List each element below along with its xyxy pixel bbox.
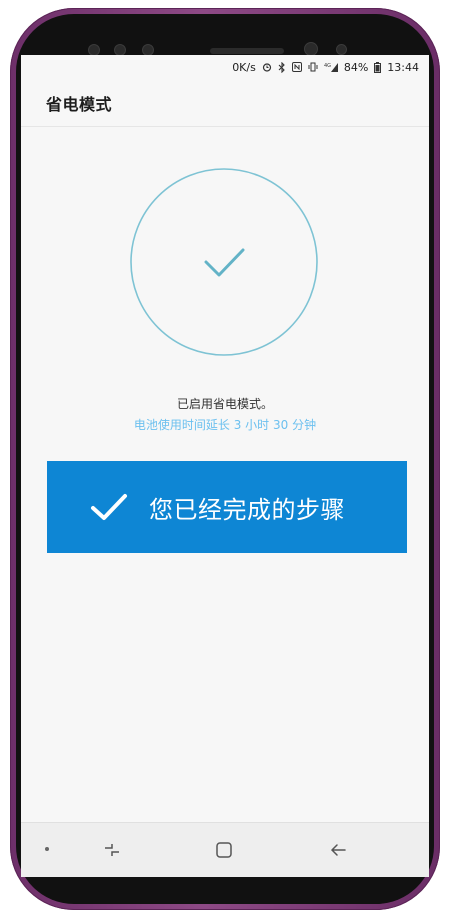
app-bar: 省电模式 <box>21 79 429 127</box>
back-icon[interactable] <box>323 835 353 865</box>
completed-step-banner: 您已经完成的步骤 <box>47 461 407 553</box>
recents-icon[interactable] <box>97 835 127 865</box>
status-circle <box>129 167 319 357</box>
check-icon <box>204 248 245 277</box>
network-speed: 0K/s <box>232 60 256 74</box>
check-icon <box>89 487 129 527</box>
nfc-icon <box>291 62 302 72</box>
vibrate-icon <box>308 62 318 72</box>
battery-icon <box>374 61 382 73</box>
battery-percent: 84% <box>343 60 369 74</box>
earpiece-speaker <box>210 48 284 54</box>
home-icon[interactable] <box>209 835 239 865</box>
bluetooth-icon <box>278 61 286 73</box>
screen: 0K/s 4G 84% 13:44 省电模式 已启用省电模式。 电池使用时间延长… <box>21 55 429 877</box>
svg-text:4G: 4G <box>324 63 331 69</box>
front-camera <box>304 42 318 56</box>
banner-label: 您已经完成的步骤 <box>149 495 345 524</box>
signal-icon: 4G <box>324 62 338 72</box>
battery-extension-text: 电池使用时间延长 3 小时 30 分钟 <box>133 418 317 432</box>
dot-icon[interactable] <box>45 847 49 851</box>
alarm-icon <box>262 62 272 72</box>
page-title: 省电模式 <box>46 94 113 114</box>
sensor-dot <box>336 44 347 55</box>
clock: 13:44 <box>387 60 419 74</box>
status-bar: 0K/s 4G 84% 13:44 <box>21 55 429 79</box>
navigation-bar <box>21 822 429 877</box>
status-message: 已启用省电模式。 <box>176 397 273 411</box>
